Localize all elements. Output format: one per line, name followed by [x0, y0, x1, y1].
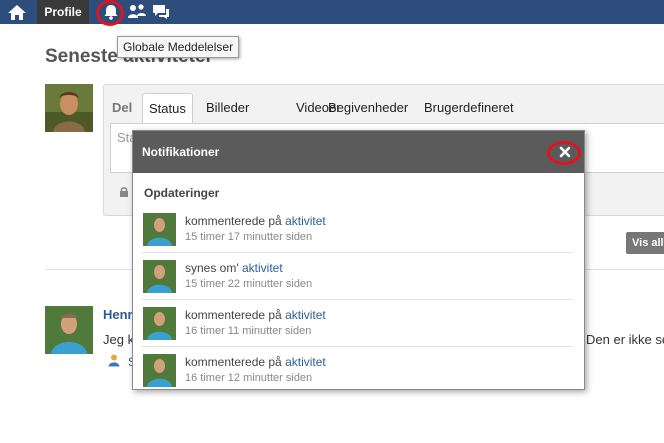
- avatar-photo-icon: [45, 306, 93, 354]
- chat-icon: [153, 5, 169, 19]
- notification-action: kommenterede på: [185, 308, 286, 322]
- notifications-header: Notifikationer: [133, 131, 584, 173]
- notification-link[interactable]: aktivitet: [285, 214, 326, 228]
- divider: [141, 299, 573, 300]
- avatar-photo-icon: [143, 307, 176, 340]
- notifications-section-title: Opdateringer: [144, 186, 220, 200]
- notification-text: kommenterede på aktivitet: [185, 214, 326, 228]
- divider: [141, 346, 573, 347]
- privacy-toggle[interactable]: [118, 186, 130, 198]
- feed-text: Jeg k: [103, 332, 135, 347]
- share-label: Del: [112, 100, 133, 115]
- feed-user-badge: [107, 353, 121, 367]
- highlight-ring-close: [547, 141, 581, 165]
- tooltip: Globale Meddelelser: [117, 36, 240, 58]
- notification-item[interactable]: kommenterede på aktivitet 16 timer 11 mi…: [133, 307, 584, 354]
- avatar-photo-icon: [143, 354, 176, 387]
- notification-text: synes om' aktivitet: [185, 261, 283, 275]
- avatar-photo-icon: [143, 213, 176, 246]
- page-root: Profile Seneste aktiviteter Global: [0, 0, 664, 443]
- notification-link[interactable]: aktivitet: [285, 308, 326, 322]
- view-all-button[interactable]: Vis alle: [626, 232, 664, 254]
- notification-link[interactable]: aktivitet: [285, 355, 326, 369]
- home-icon: [8, 5, 26, 20]
- notification-action: kommenterede på: [185, 214, 286, 228]
- notification-item[interactable]: synes om' aktivitet 15 timer 22 minutter…: [133, 260, 584, 307]
- avatar-photo-icon: [45, 84, 93, 132]
- notification-text: kommenterede på aktivitet: [185, 355, 326, 369]
- feed-author-link[interactable]: Henr: [103, 307, 133, 322]
- feed-text-continued: Den er ikke set: [586, 332, 664, 347]
- notifications-popup: Notifikationer Opdateringer kommenterede…: [132, 130, 585, 390]
- user-icon: [108, 354, 120, 367]
- notification-time: 16 timer 12 minutter siden: [185, 372, 313, 384]
- tab-billeder[interactable]: Billeder: [200, 93, 255, 123]
- tab-begivenheder[interactable]: Begivenheder: [322, 93, 414, 123]
- profile-button[interactable]: Profile: [37, 0, 89, 24]
- notification-text: kommenterede på aktivitet: [185, 308, 326, 322]
- lock-icon: [120, 187, 128, 197]
- notification-time: 16 timer 11 minutter siden: [185, 325, 312, 337]
- notification-item[interactable]: kommenterede på aktivitet 15 timer 17 mi…: [133, 213, 584, 260]
- divider: [141, 252, 573, 253]
- feed-avatar[interactable]: [45, 306, 93, 354]
- notification-time: 15 timer 22 minutter siden: [185, 278, 313, 290]
- messages-button[interactable]: [148, 0, 174, 24]
- notification-action: synes om': [185, 261, 242, 275]
- avatar-photo-icon: [143, 260, 176, 293]
- tab-status[interactable]: Status: [142, 93, 193, 123]
- highlight-ring-bell: [96, 0, 124, 26]
- top-nav-bar: Profile: [0, 0, 664, 26]
- notification-link[interactable]: aktivitet: [242, 261, 283, 275]
- notifications-title: Notifikationer: [142, 145, 220, 159]
- friends-button[interactable]: [124, 0, 150, 24]
- tab-brugerdefineret[interactable]: Brugerdefineret: [418, 93, 520, 123]
- notification-time: 15 timer 17 minutter siden: [185, 231, 313, 243]
- friends-icon: [128, 4, 146, 18]
- home-button[interactable]: [0, 0, 34, 24]
- avatar[interactable]: [45, 84, 93, 132]
- notification-action: kommenterede på: [185, 355, 286, 369]
- notification-item[interactable]: kommenterede på aktivitet 16 timer 12 mi…: [133, 354, 584, 389]
